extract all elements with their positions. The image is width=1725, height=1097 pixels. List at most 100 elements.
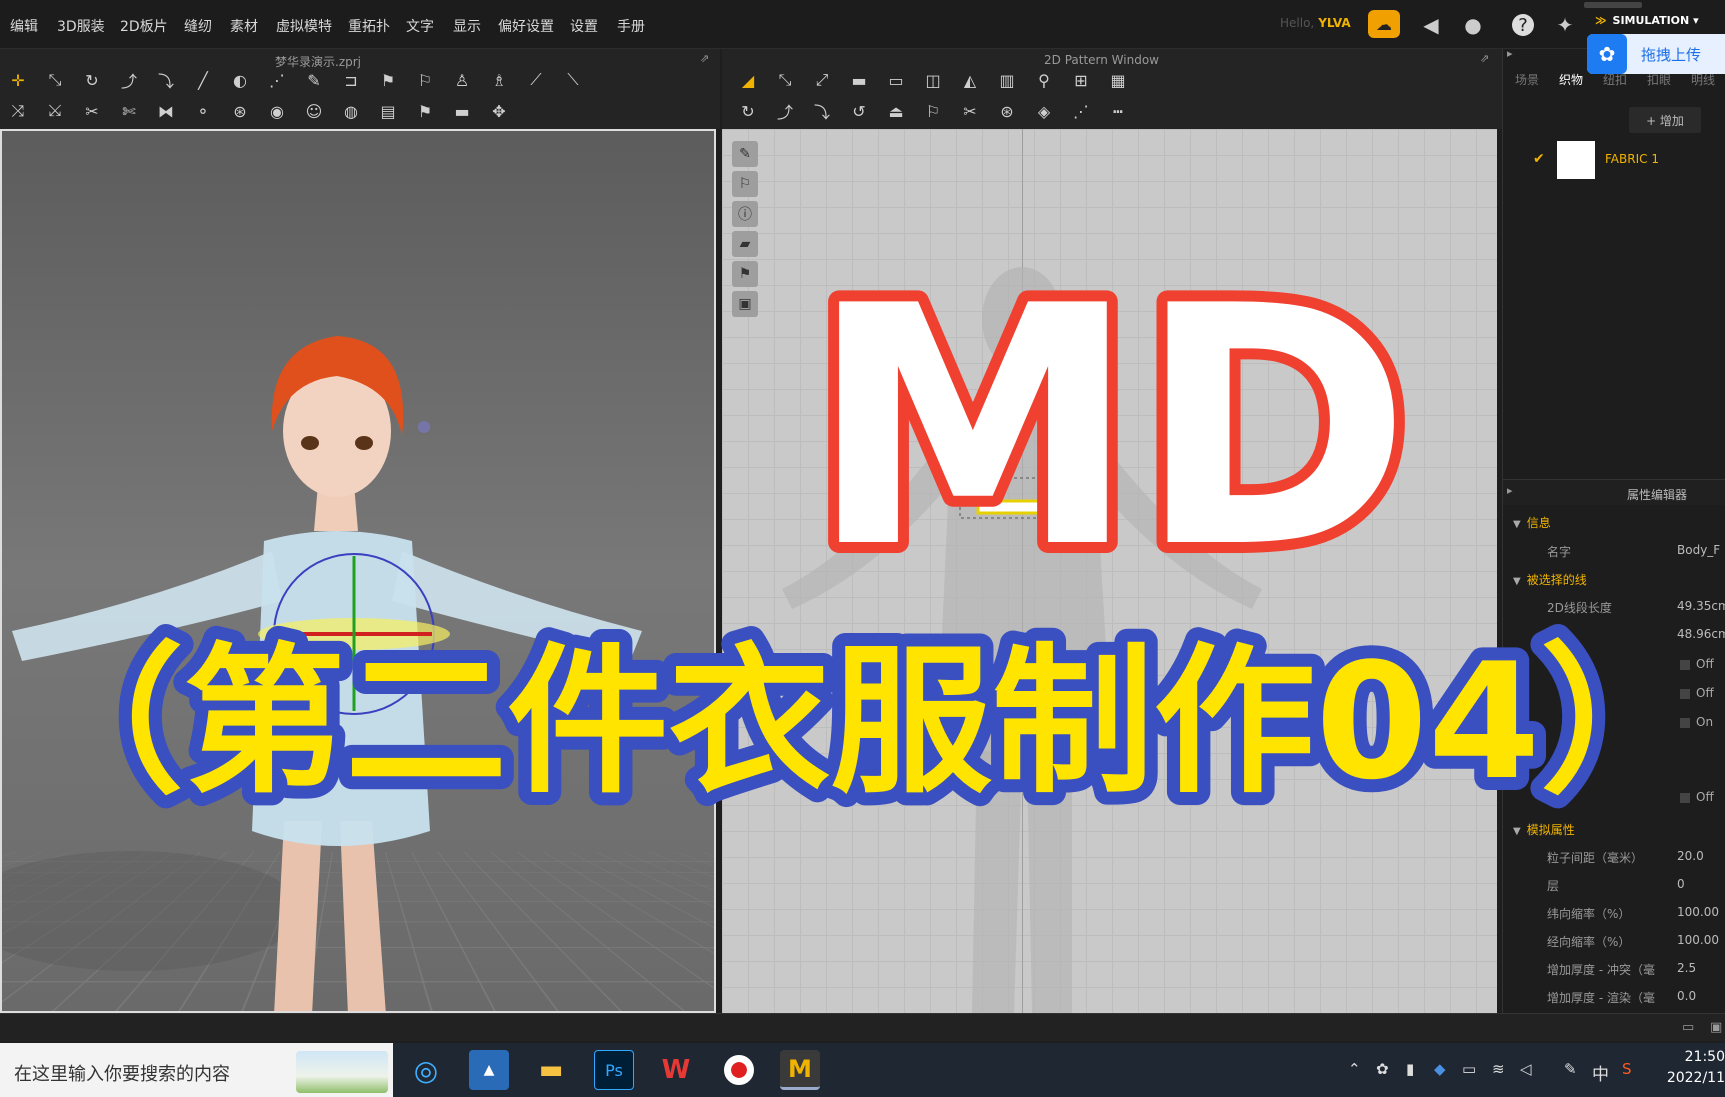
menu-materials[interactable]: 素材: [230, 16, 258, 36]
prop-value[interactable]: 100.00: [1677, 905, 1719, 919]
tab-scene[interactable]: 场景: [1515, 71, 1539, 88]
pen-tray-icon[interactable]: ✎: [1564, 1060, 1577, 1078]
texture-icon[interactable]: ▤: [374, 98, 402, 124]
tape-icon[interactable]: ⟋: [522, 67, 550, 93]
ruler-icon[interactable]: ▬: [448, 98, 476, 124]
brush-icon[interactable]: ✎: [300, 67, 328, 93]
menu-retopology[interactable]: 重拓扑: [348, 16, 390, 36]
menu-edit[interactable]: 编辑: [10, 16, 38, 36]
garment-side-icon[interactable]: ⚑: [732, 261, 758, 287]
button-icon[interactable]: ⚬: [189, 98, 217, 124]
info-icon[interactable]: ⓘ: [732, 201, 758, 227]
check-sew-icon[interactable]: ↺: [845, 98, 873, 124]
transform-pattern-icon[interactable]: ◢: [734, 67, 762, 93]
avatar-pose-icon[interactable]: ♗: [485, 67, 513, 93]
select-button-icon[interactable]: ◉: [263, 98, 291, 124]
buttonhole-icon[interactable]: ⊛: [226, 98, 254, 124]
system-clock[interactable]: 21:50 2022/11: [1664, 1047, 1725, 1089]
help-icon[interactable]: ?: [1512, 14, 1534, 36]
line-icon[interactable]: ╱: [189, 67, 217, 93]
maximize-3d-icon[interactable]: ⇗: [700, 52, 709, 65]
prop-value[interactable]: 0: [1677, 877, 1685, 891]
maximize-2d-icon[interactable]: ⇗: [1480, 52, 1489, 65]
select-mesh-icon[interactable]: ⤡: [41, 67, 69, 93]
menu-manual[interactable]: 手册: [617, 16, 645, 36]
graphic-icon[interactable]: ◍: [337, 98, 365, 124]
sogou-icon[interactable]: S: [1622, 1060, 1632, 1078]
internal-shape-icon[interactable]: ◫: [919, 67, 947, 93]
pin-icon[interactable]: ⟍: [559, 67, 587, 93]
show-garment-icon[interactable]: ⚐: [411, 67, 439, 93]
zipper-icon[interactable]: ⧓: [152, 98, 180, 124]
button-2d-icon[interactable]: ✂: [956, 98, 984, 124]
battery-icon[interactable]: ▭: [1462, 1060, 1476, 1078]
user-icon[interactable]: ●: [1460, 12, 1486, 38]
taskbar-search[interactable]: 在这里输入你要搜索的内容: [0, 1043, 393, 1097]
flag-icon[interactable]: ⚑: [411, 98, 439, 124]
lock-icon[interactable]: ▣: [732, 291, 758, 317]
pin-2d-icon[interactable]: ⚲: [1030, 67, 1058, 93]
grading-icon[interactable]: ▥: [993, 67, 1021, 93]
volume-icon[interactable]: ◁: [1520, 1060, 1532, 1078]
select-move-icon[interactable]: ✛: [4, 67, 32, 93]
edit-sew-2d-icon[interactable]: ⤵: [808, 98, 836, 124]
panel-collapse-icon[interactable]: ▸: [1507, 47, 1513, 60]
recorder-icon[interactable]: [719, 1050, 759, 1090]
transform-icon[interactable]: ✥: [485, 98, 513, 124]
free-sew-2d-icon[interactable]: ⤴: [771, 98, 799, 124]
speaker-icon[interactable]: ◀: [1418, 12, 1444, 38]
buttonhole-2d-icon[interactable]: ⊛: [993, 98, 1021, 124]
pen-icon[interactable]: ✎: [732, 141, 758, 167]
edit-point-icon[interactable]: ⤡: [771, 67, 799, 93]
menu-preferences[interactable]: 偏好设置: [498, 16, 554, 36]
layout-icon[interactable]: ▭: [1682, 1020, 1694, 1035]
segment-sew-2d-icon[interactable]: ↻: [734, 98, 762, 124]
topstitch-icon[interactable]: ⋰: [1067, 98, 1095, 124]
show-avatar-icon[interactable]: ♙: [448, 67, 476, 93]
ime-indicator[interactable]: 中: [1592, 1060, 1609, 1085]
photoshop-icon[interactable]: Ps: [594, 1050, 634, 1090]
menu-2d-pattern[interactable]: 2D板片: [120, 16, 168, 36]
arrangement-icon[interactable]: ⊐: [337, 67, 365, 93]
stitch-icon[interactable]: ┅: [1104, 98, 1132, 124]
tab-fabric[interactable]: 织物: [1559, 71, 1583, 88]
fabric-list-item[interactable]: ✔ FABRIC 1: [1503, 137, 1725, 183]
menu-sewing[interactable]: 缝纫: [184, 16, 212, 36]
iron-icon[interactable]: ⏏: [882, 98, 910, 124]
edit-sew-icon[interactable]: ✂: [78, 98, 106, 124]
select-2d-icon[interactable]: ◈: [1030, 98, 1058, 124]
add-fabric-button[interactable]: + 增加: [1629, 107, 1701, 133]
menu-settings[interactable]: 设置: [570, 16, 598, 36]
tray-chevron-icon[interactable]: ⌃: [1348, 1060, 1361, 1078]
trace-icon[interactable]: ⊞: [1067, 67, 1095, 93]
prop-2d-length-value[interactable]: 49.35cm: [1677, 599, 1725, 613]
segment-sew-icon[interactable]: ⤨: [4, 98, 32, 124]
polygon-icon[interactable]: ▭: [882, 67, 910, 93]
fold-icon[interactable]: ⤴: [115, 67, 143, 93]
menu-text[interactable]: 文字: [406, 16, 434, 36]
cloud-sync-icon[interactable]: ☁: [1368, 10, 1400, 38]
baidu-tray-icon[interactable]: ✿: [1376, 1060, 1389, 1078]
prop-value[interactable]: 0.0: [1677, 989, 1696, 1003]
fold-arrange-icon[interactable]: ⤵: [152, 67, 180, 93]
grid-icon[interactable]: ▦: [1104, 67, 1132, 93]
dart-icon[interactable]: ◭: [956, 67, 984, 93]
free-sew-icon[interactable]: ⤩: [41, 98, 69, 124]
viewport-3d[interactable]: [0, 129, 716, 1013]
simulation-toggle[interactable]: ≫ SIMULATION ▾: [1595, 14, 1699, 34]
prop-value[interactable]: 20.0: [1677, 849, 1704, 863]
marvelous-designer-icon[interactable]: M: [780, 1050, 820, 1090]
file-explorer-icon[interactable]: ▬: [531, 1050, 571, 1090]
fabric-side-icon[interactable]: ▰: [732, 231, 758, 257]
layout-3d-icon[interactable]: ▣: [1710, 1020, 1722, 1035]
rectangle-icon[interactable]: ▬: [845, 67, 873, 93]
tack-icon[interactable]: ◐: [226, 67, 254, 93]
wps-icon[interactable]: W: [656, 1050, 696, 1090]
prop-name-value[interactable]: Body_F: [1677, 543, 1720, 557]
drag-upload-button[interactable]: ✿ 拖拽上传: [1587, 34, 1725, 74]
edge-icon[interactable]: ◎: [406, 1050, 446, 1090]
menu-avatar[interactable]: 虚拟模特: [276, 16, 332, 36]
community-icon[interactable]: ✦: [1552, 12, 1578, 38]
info-section[interactable]: ▼ 信息: [1513, 514, 1551, 531]
edit-pin-icon[interactable]: ↻: [78, 67, 106, 93]
